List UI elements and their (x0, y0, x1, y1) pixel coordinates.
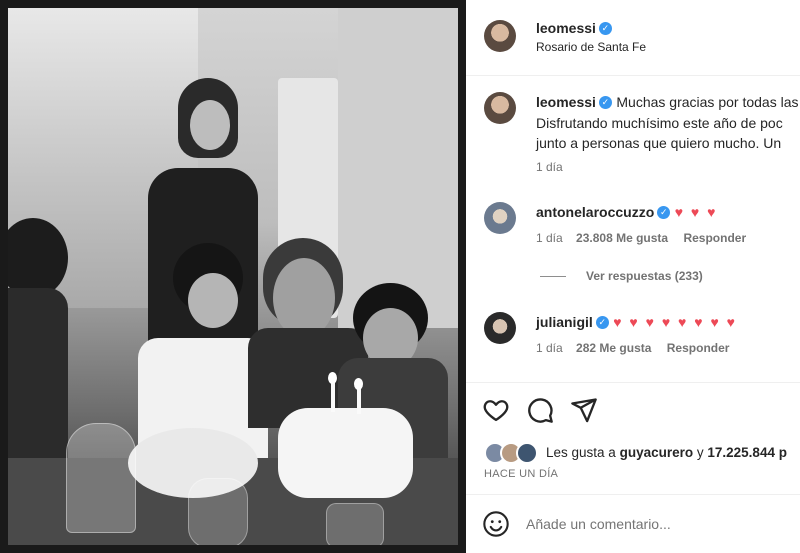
likes-count[interactable]: 17.225.844 p (707, 445, 787, 460)
birthday-photo-image (8, 8, 458, 545)
author-avatar[interactable] (484, 20, 516, 52)
commenter-avatar[interactable] (484, 202, 516, 234)
view-replies-link[interactable]: Ver respuestas (233) (586, 269, 703, 283)
comment-item: antonelaroccuzzo ✓ ♥ ♥ ♥ 1 día 23.808 Me … (466, 198, 800, 258)
verified-badge-icon: ✓ (657, 206, 671, 220)
replies-line (540, 276, 566, 277)
commenter-username[interactable]: julianigil (536, 314, 593, 330)
comment-hearts: ♥ ♥ ♥ ♥ ♥ ♥ ♥ ♥ (613, 314, 737, 330)
reply-button[interactable]: Responder (667, 341, 730, 355)
post-location[interactable]: Rosario de Santa Fe (536, 40, 646, 54)
caption-avatar[interactable] (484, 92, 516, 124)
comment-box-divider (466, 494, 800, 495)
view-replies-row[interactable]: Ver respuestas (233) (466, 268, 800, 288)
comment-hearts: ♥ ♥ ♥ (674, 204, 718, 220)
post-photo[interactable] (0, 0, 466, 553)
author-username[interactable]: leomessi (536, 20, 596, 36)
commenter-username[interactable]: antonelaroccuzzo (536, 204, 654, 220)
caption-time[interactable]: 1 día (536, 160, 563, 174)
liker-avatars[interactable] (484, 442, 542, 464)
likes-middle: y (696, 445, 704, 460)
reply-button[interactable]: Responder (683, 231, 746, 245)
comment-likes[interactable]: 282 Me gusta (576, 341, 651, 355)
post-header: leomessi ✓ Rosario de Santa Fe (466, 0, 800, 75)
comment-time[interactable]: 1 día (536, 341, 563, 355)
header-divider (466, 75, 800, 76)
comment-likes[interactable]: 23.808 Me gusta (576, 231, 668, 245)
caption-line-2: Disfrutando muchísimo este año de poc (536, 115, 783, 131)
verified-badge-icon: ✓ (598, 96, 612, 110)
likes-prefix: Les gusta a (546, 445, 616, 460)
caption-line-1: Muchas gracias por todas las (616, 94, 799, 110)
comment-time[interactable]: 1 día (536, 231, 563, 245)
share-icon[interactable] (570, 396, 598, 424)
comment-meta: 1 día 23.808 Me gusta Responder (536, 231, 746, 245)
posted-time[interactable]: HACE UN DÍA (484, 468, 558, 480)
caption-line-3: junto a personas que quiero mucho. Un (536, 135, 782, 151)
comment-item: julianigil ✓ ♥ ♥ ♥ ♥ ♥ ♥ ♥ ♥ 1 día 282 Me… (466, 308, 800, 368)
caption-username[interactable]: leomessi (536, 94, 596, 110)
comment-icon[interactable] (526, 396, 554, 424)
add-comment-input[interactable] (526, 512, 786, 536)
liker-username[interactable]: guyacurero (620, 445, 694, 460)
actions-divider (466, 382, 800, 383)
likes-summary: Les gusta a guyacurero y 17.225.844 p (546, 445, 787, 460)
post-side-panel: leomessi ✓ Rosario de Santa Fe leomessi ✓ … (466, 0, 800, 553)
caption-block: leomessi ✓ Muchas gracias por todas las D… (466, 88, 800, 183)
verified-badge-icon: ✓ (595, 316, 609, 330)
comment-meta: 1 día 282 Me gusta Responder (536, 341, 729, 355)
heart-icon[interactable] (482, 396, 510, 424)
verified-badge-icon: ✓ (598, 22, 612, 36)
likes-row: Les gusta a guyacurero y 17.225.844 p (466, 440, 800, 468)
emoji-icon[interactable] (482, 510, 510, 538)
commenter-avatar[interactable] (484, 312, 516, 344)
